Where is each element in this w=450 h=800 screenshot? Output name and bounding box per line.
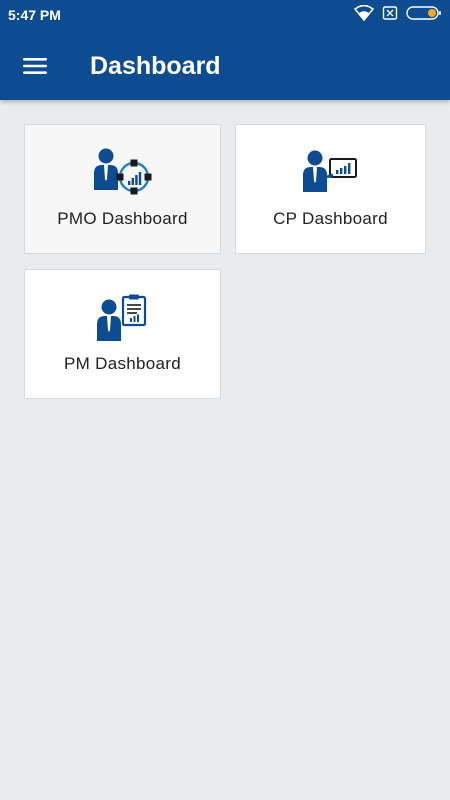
app-bar: Dashboard [0,30,450,100]
menu-button[interactable] [14,50,56,82]
cp-presentation-person-icon [300,147,362,199]
pm-dashboard-card[interactable]: PM Dashboard [24,269,221,399]
wifi-icon [353,4,375,26]
pmo-network-person-icon [91,147,155,199]
status-bar: 5:47 PM [0,0,450,30]
page-title: Dashboard [90,52,221,80]
cp-dashboard-card[interactable]: CP Dashboard [235,124,426,254]
status-time: 5:47 PM [8,7,61,23]
status-icons [353,4,442,26]
card-label: PM Dashboard [64,354,181,373]
sim-none-icon [382,5,398,26]
battery-icon [406,5,442,26]
hamburger-menu-icon [23,58,47,74]
pmo-dashboard-card[interactable]: PMO Dashboard [24,124,221,254]
pm-clipboard-person-icon [95,292,151,344]
card-label: CP Dashboard [273,209,388,228]
card-label: PMO Dashboard [57,209,188,228]
